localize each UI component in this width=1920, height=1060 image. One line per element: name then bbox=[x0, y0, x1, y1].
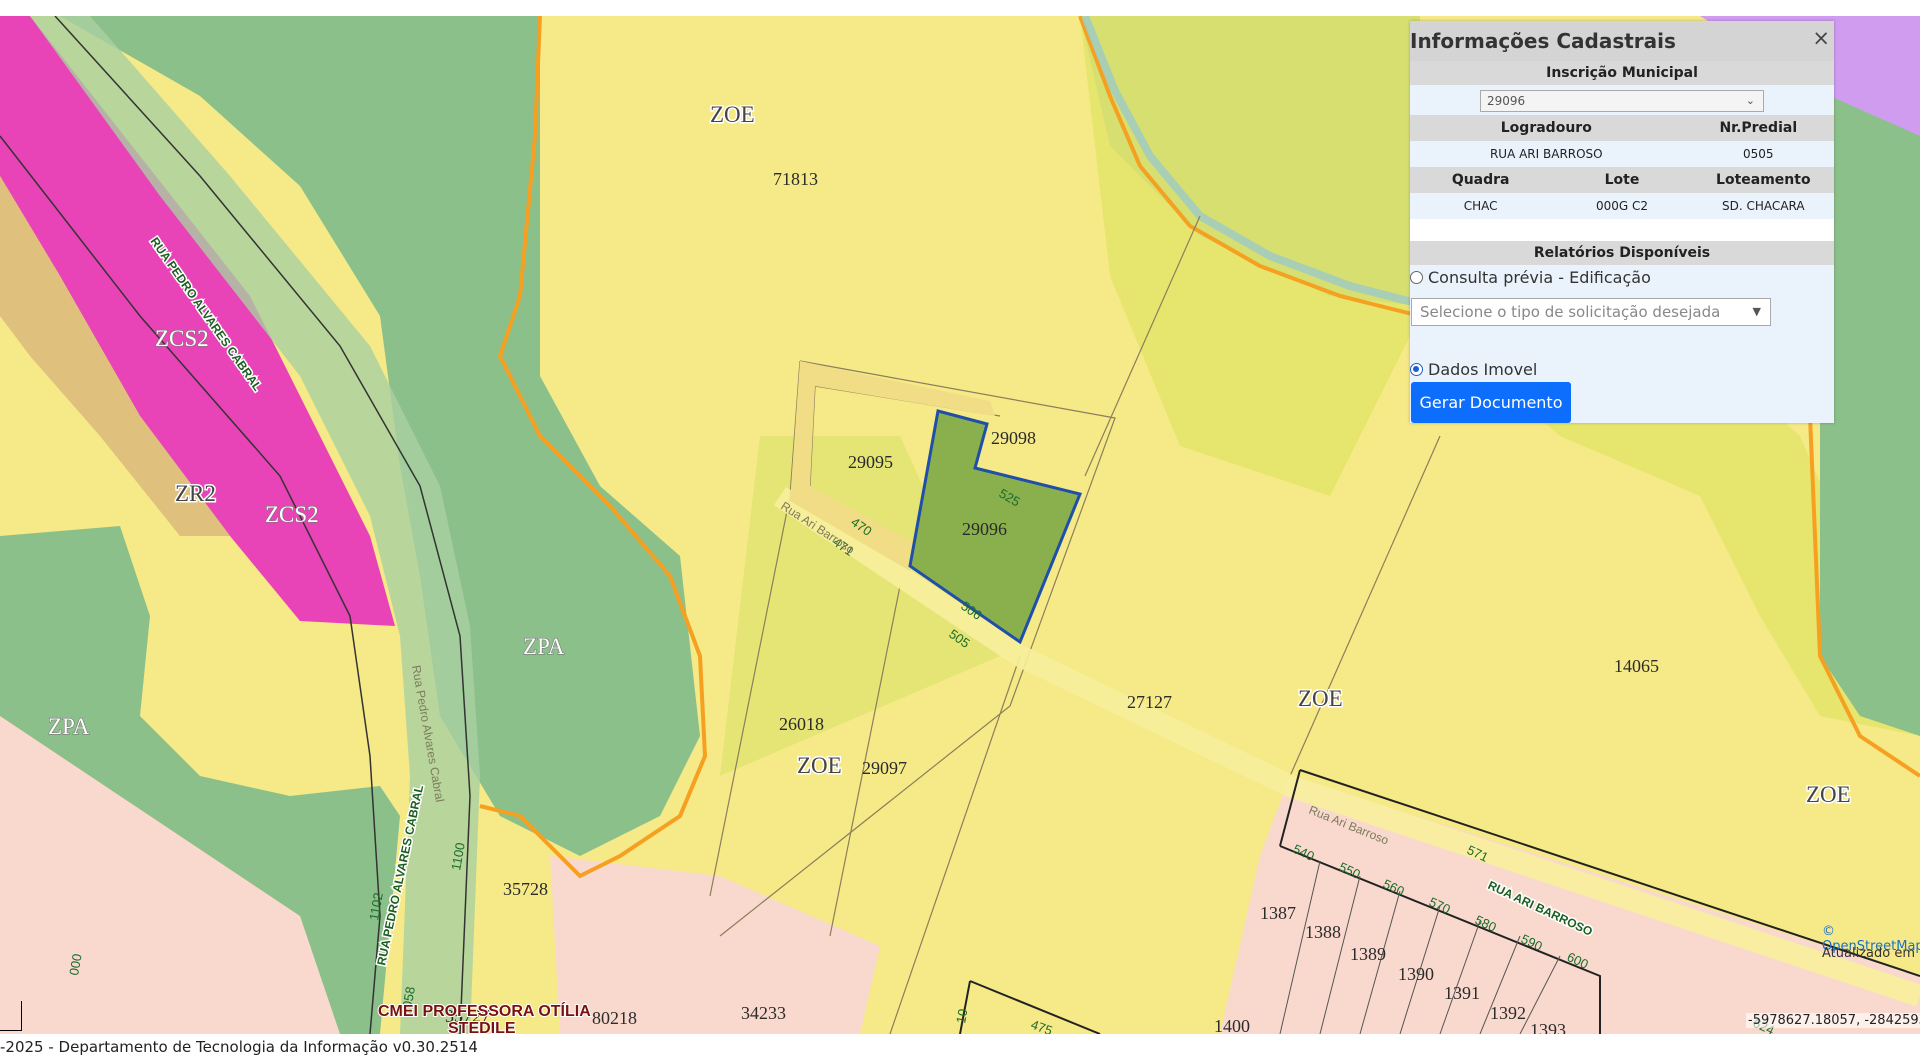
lot-label: 29097 bbox=[862, 758, 907, 778]
tipo-solicitacao-select[interactable]: Selecione o tipo de solicitação desejada… bbox=[1411, 298, 1771, 326]
lot-label-selected: 29096 bbox=[962, 519, 1007, 539]
zone-label-zpa-left: ZPA bbox=[48, 714, 90, 739]
inscricao-row: 29096 ⌄ bbox=[1410, 85, 1834, 115]
zone-label-zr2: ZR2 bbox=[175, 481, 216, 506]
zone-label-zoe-far-right: ZOE bbox=[1806, 782, 1851, 807]
lote-value: 000G C2 bbox=[1595, 199, 1648, 213]
zone-label-zoe-top: ZOE bbox=[710, 102, 755, 127]
nr-predial-value: 0505 bbox=[1743, 147, 1774, 161]
lot-label: 80218 bbox=[592, 1008, 637, 1028]
quadra-header: Quadra bbox=[1451, 172, 1510, 188]
top-bar bbox=[0, 0, 1920, 16]
zone-label-zpa-center: ZPA bbox=[523, 634, 565, 659]
zone-label-zoe-center: ZOE bbox=[797, 753, 842, 778]
gerar-documento-button[interactable]: Gerar Documento bbox=[1411, 382, 1571, 423]
footer-text: -2025 - Departamento de Tecnologia da In… bbox=[0, 1038, 478, 1056]
updated-text: Atualizado em 3 bbox=[1822, 946, 1920, 961]
lot-label: 1389 bbox=[1350, 944, 1386, 964]
logradouro-value-row: RUA ARI BARROSO 0505 bbox=[1410, 141, 1834, 167]
quadra-value-row: CHAC 000G C2 SD. CHACARA bbox=[1410, 193, 1834, 219]
panel-title: Informações Cadastrais bbox=[1410, 29, 1676, 53]
lot-label: 35728 bbox=[503, 879, 548, 899]
relatorios-header: Relatórios Disponíveis bbox=[1410, 241, 1834, 265]
quadra-header-row: Quadra Lote Loteamento bbox=[1410, 167, 1834, 193]
lot-label: 1387 bbox=[1260, 903, 1296, 923]
radio-dados[interactable] bbox=[1410, 362, 1423, 376]
inscricao-select[interactable]: 29096 ⌄ bbox=[1480, 90, 1764, 112]
poi-label-line2: STEDILE bbox=[448, 1020, 516, 1034]
spacer bbox=[1410, 219, 1834, 241]
zone-label-zcs2-upper: ZCS2 bbox=[155, 326, 209, 351]
lot-label: 29095 bbox=[848, 452, 893, 472]
inscricao-header: Inscrição Municipal bbox=[1410, 61, 1834, 85]
lot-label: 1393 bbox=[1530, 1020, 1566, 1034]
loteamento-header: Loteamento bbox=[1716, 172, 1811, 188]
quadra-value: CHAC bbox=[1463, 199, 1498, 213]
poi-label-line1: CMEI PROFESSORA OTÍLIA bbox=[378, 1001, 591, 1020]
lot-label: 1390 bbox=[1398, 964, 1434, 984]
logradouro-header: Logradouro bbox=[1500, 120, 1592, 136]
tipo-select-placeholder: Selecione o tipo de solicitação desejada bbox=[1420, 303, 1721, 321]
radio-consulta[interactable] bbox=[1410, 270, 1423, 284]
logradouro-header-row: Logradouro Nr.Predial bbox=[1410, 115, 1834, 141]
inscricao-select-value: 29096 bbox=[1487, 94, 1526, 108]
option-consulta-label: Consulta prévia - Edificação bbox=[1428, 267, 1651, 287]
logradouro-value: RUA ARI BARROSO bbox=[1489, 147, 1603, 161]
zone-zpa-right bbox=[1820, 96, 1920, 736]
house-number: 10 bbox=[953, 1008, 970, 1025]
option-dados-label: Dados Imovel bbox=[1428, 359, 1538, 379]
lot-label: 71813 bbox=[773, 169, 818, 189]
lot-label: 1388 bbox=[1305, 922, 1341, 942]
lot-label: 34233 bbox=[741, 1003, 786, 1023]
lot-label: 1392 bbox=[1490, 1003, 1526, 1023]
zone-label-zcs2-lower: ZCS2 bbox=[265, 502, 319, 527]
lot-label: 1400 bbox=[1214, 1016, 1250, 1034]
footer: -2025 - Departamento de Tecnologia da In… bbox=[0, 1034, 1920, 1060]
close-icon[interactable]: × bbox=[1812, 26, 1830, 50]
triangle-down-icon: ▼ bbox=[1752, 305, 1761, 318]
mouse-coordinates: -5978627.18057, -2842593 bbox=[1746, 1013, 1920, 1028]
option-dados-row[interactable]: Dados Imovel bbox=[1410, 357, 1537, 381]
lot-label: 26018 bbox=[779, 714, 824, 734]
info-panel: Informações Cadastrais × Inscrição Munic… bbox=[1410, 21, 1834, 423]
lot-label: 27127 bbox=[1127, 692, 1172, 712]
loteamento-value: SD. CHACARA bbox=[1722, 199, 1805, 213]
chevron-down-icon: ⌄ bbox=[1745, 94, 1755, 107]
zone-label-zoe-right: ZOE bbox=[1298, 686, 1343, 711]
lote-header: Lote bbox=[1604, 172, 1640, 188]
lot-label: 1391 bbox=[1444, 983, 1480, 1003]
lot-label: 14065 bbox=[1614, 656, 1659, 676]
option-consulta-row[interactable]: Consulta prévia - Edificação bbox=[1410, 265, 1834, 289]
scale-bar bbox=[0, 1001, 22, 1031]
panel-header: Informações Cadastrais × bbox=[1410, 21, 1834, 61]
lot-label: 29098 bbox=[991, 428, 1036, 448]
nr-predial-header: Nr.Predial bbox=[1719, 120, 1798, 136]
